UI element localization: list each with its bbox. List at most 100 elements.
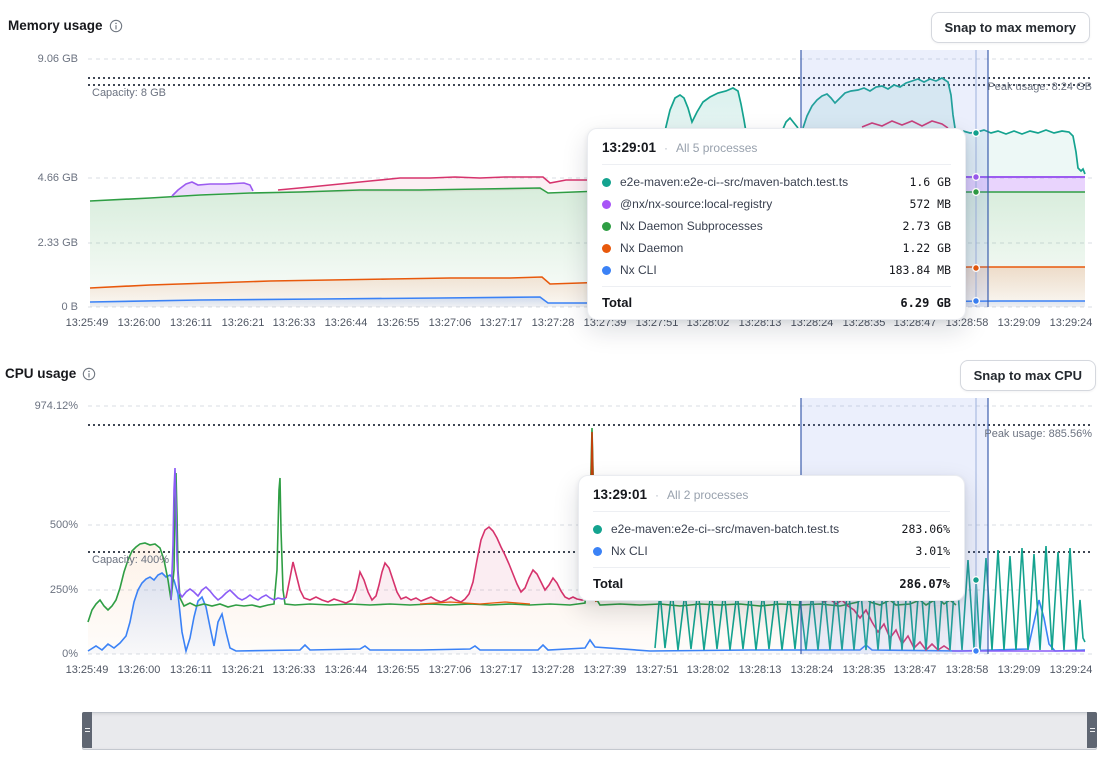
- process-name: e2e-maven:e2e-ci--src/maven-batch.test.t…: [620, 175, 900, 189]
- x-tick: 13:26:33: [273, 317, 316, 329]
- x-tick: 13:27:28: [532, 664, 575, 676]
- series-dot: [593, 525, 602, 534]
- tooltip-time: 13:29:01: [602, 140, 656, 155]
- process-value: 572 MB: [909, 197, 951, 211]
- tooltip-rows: e2e-maven:e2e-ci--src/maven-batch.test.t…: [602, 165, 951, 281]
- tooltip-header: 13:29:01 · All 5 processes: [602, 140, 951, 165]
- process-value: 1.6 GB: [909, 175, 951, 189]
- total-value: 6.29 GB: [900, 296, 951, 310]
- x-tick: 13:26:44: [325, 317, 368, 329]
- process-value: 283.06%: [902, 522, 950, 536]
- cpu-y-tick: 250%: [8, 584, 78, 596]
- brush-handle-left[interactable]: [82, 712, 92, 748]
- tooltip-row: e2e-maven:e2e-ci--src/maven-batch.test.t…: [593, 518, 950, 540]
- x-tick: 13:26:55: [377, 317, 420, 329]
- process-name: e2e-maven:e2e-ci--src/maven-batch.test.t…: [611, 522, 893, 536]
- tooltip-row: @nx/nx-source:local-registry 572 MB: [602, 193, 951, 215]
- process-value: 183.84 MB: [889, 263, 951, 277]
- process-value: 2.73 GB: [903, 219, 951, 233]
- x-tick: 13:28:58: [946, 664, 989, 676]
- process-name: @nx/nx-source:local-registry: [620, 197, 900, 211]
- cpu-info-icon[interactable]: [82, 367, 96, 381]
- x-tick: 13:27:51: [636, 664, 679, 676]
- memory-y-tick: 4.66 GB: [8, 172, 78, 184]
- x-tick: 13:28:35: [843, 664, 886, 676]
- grip-line: [1090, 731, 1095, 732]
- series-dot: [602, 222, 611, 231]
- series-dot: [602, 244, 611, 253]
- x-tick: 13:28:47: [894, 664, 937, 676]
- x-tick: 13:25:49: [66, 317, 109, 329]
- memory-y-tick: 0 B: [8, 301, 78, 313]
- cpu-title-text: CPU usage: [5, 366, 76, 381]
- memory-peak-label: Peak usage: 8.24 GB: [987, 81, 1092, 93]
- x-tick: 13:25:49: [66, 664, 109, 676]
- snap-to-max-memory-button[interactable]: Snap to max memory: [931, 12, 1091, 43]
- cpu-section-title: CPU usage: [5, 366, 96, 381]
- tooltip-row: e2e-maven:e2e-ci--src/maven-batch.test.t…: [602, 171, 951, 193]
- tooltip-total-row: Total 286.07%: [593, 567, 950, 591]
- x-tick: 13:26:21: [222, 317, 265, 329]
- tooltip-header: 13:29:01 · All 2 processes: [593, 487, 950, 512]
- total-label: Total: [602, 295, 632, 310]
- tooltip-separator: ·: [655, 488, 659, 502]
- cpu-area-registry-humps: [356, 527, 577, 605]
- tooltip-row: Nx Daemon 1.22 GB: [602, 237, 951, 259]
- x-tick: 13:27:17: [480, 664, 523, 676]
- tooltip-separator: ·: [664, 141, 668, 155]
- grip-line: [85, 728, 90, 729]
- memory-section-title: Memory usage: [8, 18, 123, 33]
- x-tick: 13:29:09: [998, 317, 1041, 329]
- tooltip-time: 13:29:01: [593, 487, 647, 502]
- x-tick: 13:26:00: [118, 317, 161, 329]
- memory-capacity-label: Capacity: 8 GB: [92, 87, 166, 99]
- tooltip-row: Nx CLI 183.84 MB: [602, 259, 951, 281]
- memory-tooltip: 13:29:01 · All 5 processes e2e-maven:e2e…: [587, 128, 966, 320]
- x-tick: 13:27:17: [480, 317, 523, 329]
- cpu-capacity-label: Capacity: 400%: [92, 554, 169, 566]
- x-tick: 13:29:24: [1050, 664, 1093, 676]
- process-name: Nx Daemon Subprocesses: [620, 219, 894, 233]
- memory-info-icon[interactable]: [109, 19, 123, 33]
- series-dot: [593, 547, 602, 556]
- brush-handle-right[interactable]: [1087, 712, 1097, 748]
- cpu-y-tick: 0%: [8, 648, 78, 660]
- cpu-tooltip: 13:29:01 · All 2 processes e2e-maven:e2e…: [578, 475, 965, 601]
- x-tick: 13:27:39: [584, 664, 627, 676]
- process-name: Nx CLI: [611, 544, 906, 558]
- grip-line: [1090, 728, 1095, 729]
- x-tick: 13:28:13: [739, 664, 782, 676]
- process-name: Nx CLI: [620, 263, 880, 277]
- x-tick: 13:26:44: [325, 664, 368, 676]
- snap-to-max-cpu-button[interactable]: Snap to max CPU: [960, 360, 1096, 391]
- tooltip-rows: e2e-maven:e2e-ci--src/maven-batch.test.t…: [593, 512, 950, 562]
- cpu-peak-label: Peak usage: 885.56%: [984, 428, 1092, 440]
- x-tick: 13:27:06: [429, 317, 472, 329]
- tooltip-row: Nx CLI 3.01%: [593, 540, 950, 562]
- x-tick: 13:26:11: [170, 317, 212, 329]
- x-tick: 13:27:06: [429, 664, 472, 676]
- series-dot: [602, 266, 611, 275]
- memory-title-text: Memory usage: [8, 18, 103, 33]
- x-tick: 13:26:55: [377, 664, 420, 676]
- series-dot: [602, 178, 611, 187]
- x-tick: 13:26:00: [118, 664, 161, 676]
- x-tick: 13:28:02: [687, 664, 730, 676]
- grip-line: [85, 731, 90, 732]
- series-dot: [602, 200, 611, 209]
- total-value: 286.07%: [899, 577, 950, 591]
- cpu-y-tick: 974.12%: [8, 400, 78, 412]
- x-tick: 13:26:11: [170, 664, 212, 676]
- charts-canvas: [0, 0, 1118, 761]
- process-value: 3.01%: [915, 544, 950, 558]
- cpu-line-registry-purple: [171, 468, 286, 600]
- tooltip-subtitle: All 5 processes: [676, 141, 757, 155]
- x-tick: 13:28:24: [791, 664, 834, 676]
- x-tick: 13:29:09: [998, 664, 1041, 676]
- process-name: Nx Daemon: [620, 241, 894, 255]
- memory-y-tick: 2.33 GB: [8, 237, 78, 249]
- x-tick: 13:26:33: [273, 664, 316, 676]
- timeline-brush-track[interactable]: [82, 712, 1097, 750]
- tooltip-subtitle: All 2 processes: [667, 488, 748, 502]
- x-tick: 13:29:24: [1050, 317, 1093, 329]
